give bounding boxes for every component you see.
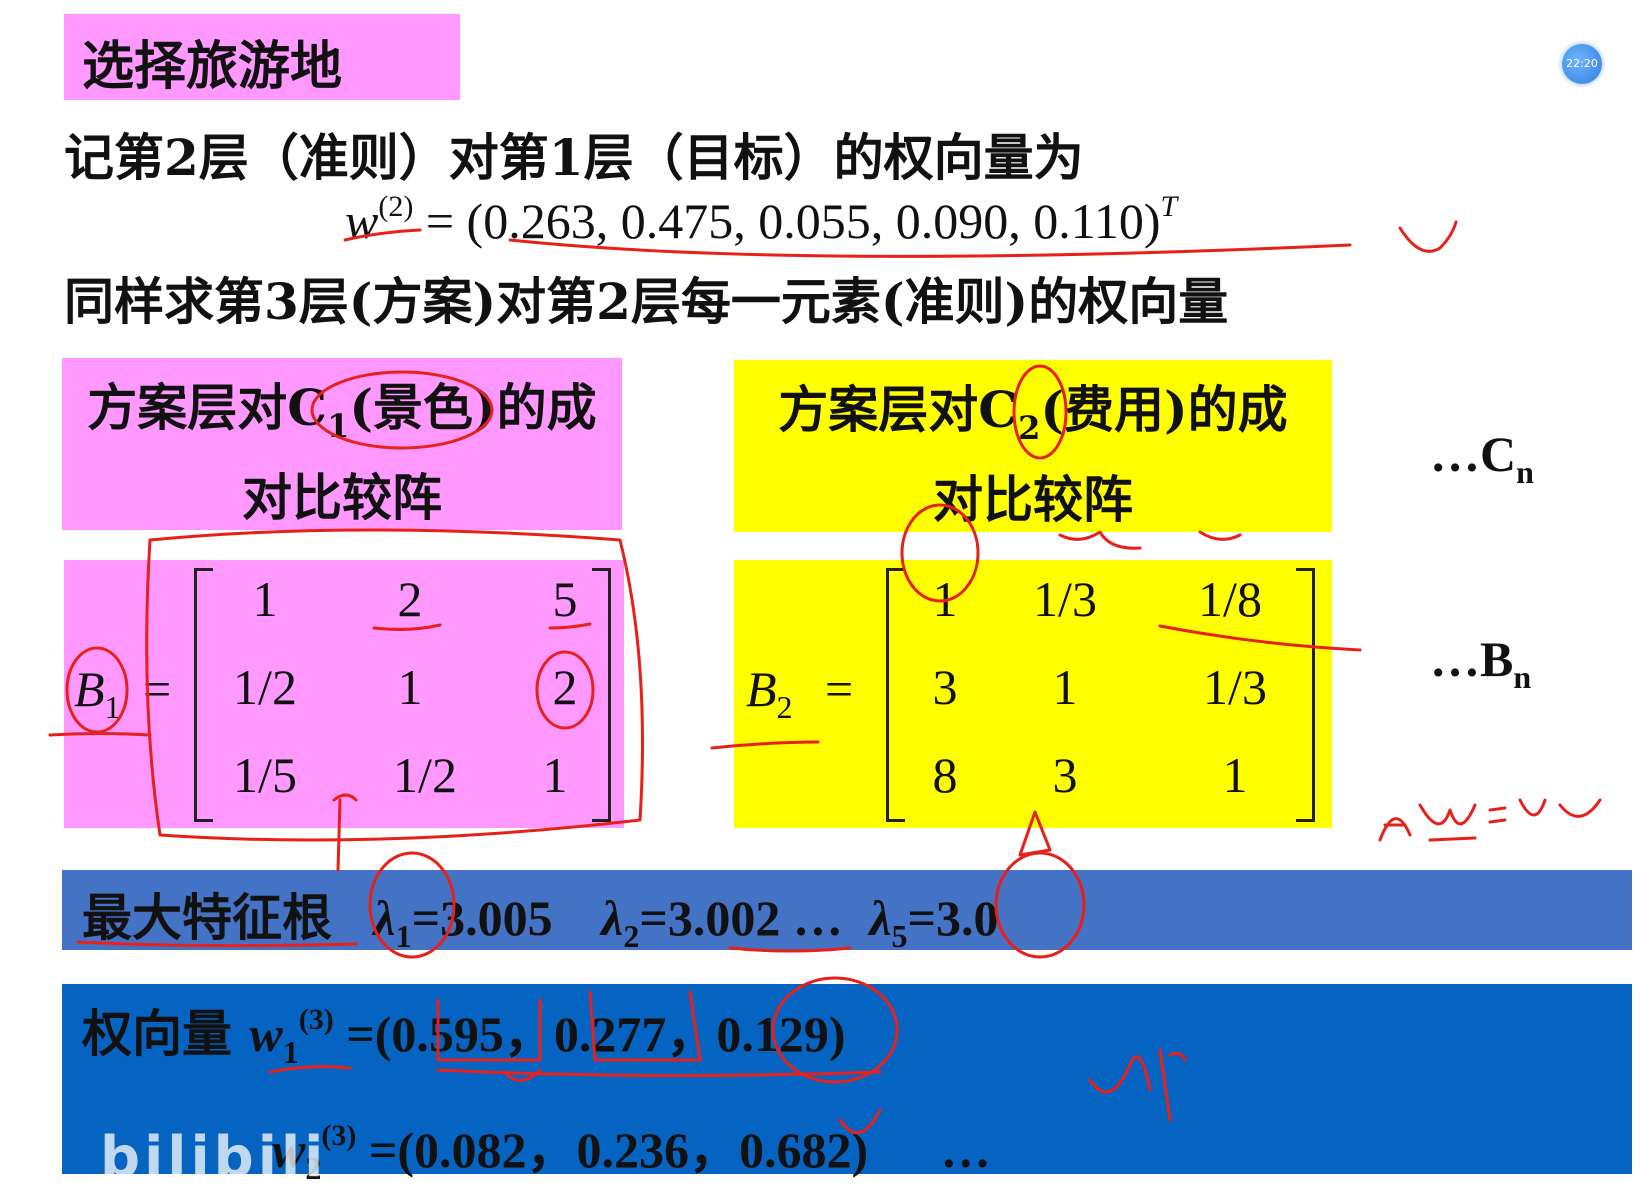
b1-letter: B xyxy=(74,661,105,717)
b2-r2c1: 3 xyxy=(932,659,958,715)
b2-equals: = xyxy=(825,661,854,717)
alternative-weight-intro: 同样求第3层(方案)对第2层每一元素(准则)的权向量 xyxy=(64,272,1229,331)
b2-r2c2: 1 xyxy=(1052,659,1078,715)
c2-header: 方案层对C2(费用)的成 对比较阵 xyxy=(734,360,1332,536)
cn-label: …Cn xyxy=(1430,425,1534,491)
b1-r3c1: 1/5 xyxy=(233,747,297,803)
b2-matrix: 1 1/3 1/8 3 1 1/3 8 3 1 xyxy=(880,570,1310,820)
c2-header-sub: 2 xyxy=(1018,409,1041,447)
b1-r2c3: 2 xyxy=(552,659,578,715)
bn-label-sub: n xyxy=(1513,659,1532,695)
b2-r1c3: 1/8 xyxy=(1198,571,1262,627)
w1-sub: 1 xyxy=(282,1034,299,1070)
b1-r2c2: 1 xyxy=(397,659,423,715)
b2-r3c1: 8 xyxy=(932,747,958,803)
w2-equals: = xyxy=(413,193,467,249)
w2-superscript: (2) xyxy=(378,190,414,223)
w1-value: =(0.595，0.277，0.129) xyxy=(333,1006,846,1062)
b1-sub: 1 xyxy=(104,689,121,725)
b1-r1c3: 5 xyxy=(552,571,578,627)
eigenvalue-line: 最大特征根 λ1=3.005 λ2=3.002 … λ5=3.0 xyxy=(82,878,999,955)
c2-header-box: 方案层对C2(费用)的成 对比较阵 xyxy=(734,360,1332,532)
w2-ellipsis: … xyxy=(940,1122,991,1178)
b2-r3c2: 3 xyxy=(1052,747,1078,803)
lambda5-symbol: λ xyxy=(869,890,892,946)
eigen-label: 最大特征根 xyxy=(82,888,332,947)
criteria-weight-intro: 记第2层（准则）对第1层（目标）的权向量为 xyxy=(64,128,1084,187)
b1-r3c2: 1/2 xyxy=(393,747,457,803)
b1-r3c3: 1 xyxy=(542,747,568,803)
b2-name: B2 = xyxy=(746,660,853,726)
ink-check-mark xyxy=(1398,220,1458,253)
b1-r1c2: 2 xyxy=(397,571,423,627)
lambda5-value: =3.0 xyxy=(907,890,999,946)
lambda2-value: =3.002 … xyxy=(639,890,843,946)
ink-aw-formula xyxy=(1378,798,1602,842)
b1-r1c1: 1 xyxy=(252,571,278,627)
lambda2-symbol: λ xyxy=(601,890,624,946)
lambda1-symbol: λ xyxy=(373,890,396,946)
b1-matrix: 1 2 5 1/2 1 2 1/5 1/2 1 xyxy=(200,570,600,820)
b2-r3c3: 1 xyxy=(1222,747,1248,803)
w1-var: w xyxy=(249,1006,283,1062)
c2-header-part1: 方案层对C xyxy=(778,380,1019,439)
bn-label: …Bn xyxy=(1430,630,1531,696)
b2-r2c3: 1/3 xyxy=(1203,659,1267,715)
b2-r1c2: 1/3 xyxy=(1033,571,1097,627)
c1-header-part1: 方案层对C xyxy=(87,378,328,437)
c1-header-sub: 1 xyxy=(327,407,350,445)
c2-header-line2: 对比较阵 xyxy=(933,470,1133,529)
b1-r2c1: 1/2 xyxy=(233,659,297,715)
w1-sup: (3) xyxy=(298,1003,334,1036)
b2-sub: 2 xyxy=(776,689,793,725)
lambda5-sub: 5 xyxy=(891,918,908,954)
c1-header-box: 方案层对C1(景色)的成 对比较阵 xyxy=(62,358,622,530)
w2-line: w2(3) =(0.082，0.236，0.682) … xyxy=(272,1110,991,1187)
w2-vector: (0.263, 0.475, 0.055, 0.090, 0.110) xyxy=(466,193,1161,249)
lambda1-sub: 1 xyxy=(395,918,412,954)
c1-header-part2: (景色)的成 xyxy=(349,378,597,437)
lambda1-value: =3.005 xyxy=(411,890,553,946)
bn-label-text: …B xyxy=(1430,631,1514,687)
w2-var: w xyxy=(345,193,379,249)
b1-name: B1 = xyxy=(74,660,171,726)
c1-header-line2: 对比较阵 xyxy=(242,468,442,527)
weight-label: 权向量 xyxy=(82,1004,232,1063)
w1-line: 权向量 w1(3) =(0.595，0.277，0.129) xyxy=(82,994,846,1071)
b2-letter: B xyxy=(746,661,777,717)
cn-label-text: …C xyxy=(1430,426,1517,482)
w2-formula: w(2) = (0.263, 0.475, 0.055, 0.090, 0.11… xyxy=(345,190,1177,250)
c1-header: 方案层对C1(景色)的成 对比较阵 xyxy=(62,358,622,534)
b2-r1c1: 1 xyxy=(932,571,958,627)
b1-equals: = xyxy=(143,661,172,717)
c2-header-part2: (费用)的成 xyxy=(1040,380,1288,439)
clock-badge[interactable]: 22:20 xyxy=(1562,44,1602,84)
lambda2-sub: 2 xyxy=(623,918,640,954)
slide-title: 选择旅游地 xyxy=(82,36,343,97)
bilibili-watermark: bilibili xyxy=(100,1125,328,1190)
w2-value: =(0.082，0.236，0.682) xyxy=(356,1122,869,1178)
w2-transpose: T xyxy=(1160,190,1178,223)
cn-label-sub: n xyxy=(1516,454,1534,490)
